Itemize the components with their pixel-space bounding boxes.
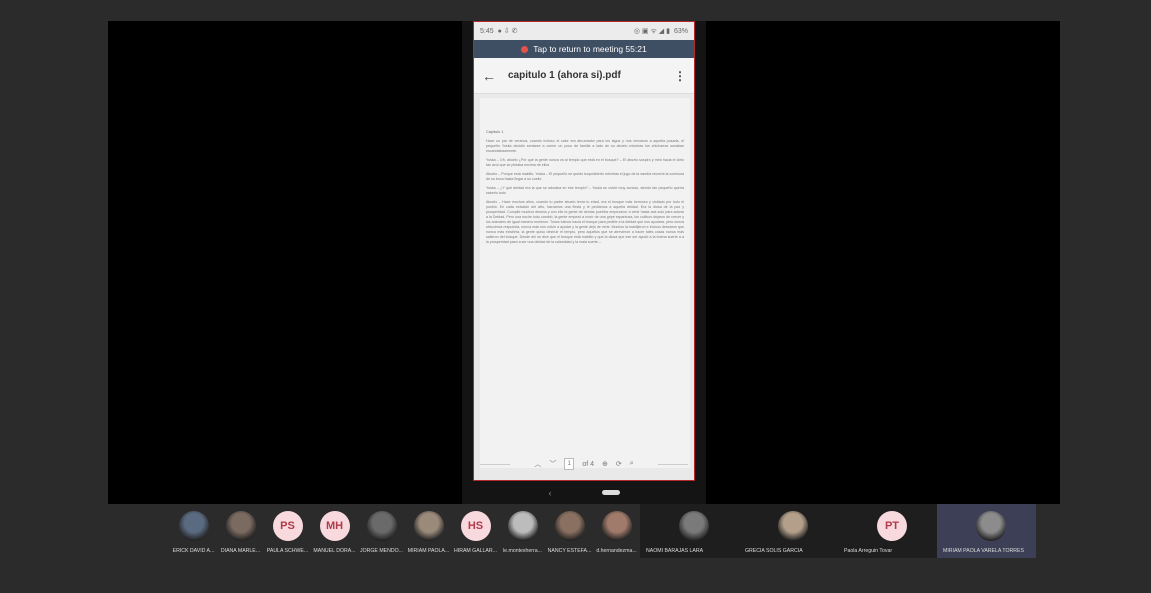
paragraph: Yoska – Oh, abuelo ¿Por qué la gente nun… [486,158,684,167]
chevron-down-icon[interactable]: ﹀ [549,459,556,469]
participant-avatar [507,511,538,541]
signal-icons: ◎ ▣ ᯤ ◢ ▮ [633,27,670,35]
participant-name: Paola Arreguin Tovar [844,548,893,554]
participant-tile[interactable]: JORGE MENDO... [358,504,405,558]
paragraph: Abuelo – Porque está maldito, Yoska – El… [486,172,684,181]
participant-name: PAULA SCHWE... [266,548,309,554]
participant-tile[interactable]: le.montesherra... [499,504,546,558]
rotate-icon[interactable]: ⟳ [616,460,622,468]
participant-tile[interactable]: NAOMI BARAJAS LARA [640,504,739,558]
participant-tile[interactable]: DIANA MARLE... [217,504,264,558]
back-nav-icon[interactable]: ‹ [549,488,552,498]
phone-status-bar: 5:45 ● ⇩ ✆ ◎ ▣ ᯤ ◢ ▮ 63% [474,22,694,40]
participant-tile[interactable]: GRECIA SOLIS GARCIA [739,504,838,558]
participant-name: le.montesherra... [503,548,542,554]
participant-name: MIRIAM PAOLA... [407,548,450,554]
participant-tile[interactable]: MIRIAM PAOLA... [405,504,452,558]
participant-name: NAOMI BARAJAS LARA [646,548,704,554]
participant-name: d.hernandezma... [596,548,637,554]
pdf-title-bar: ← capitulo 1 (ahora si).pdf ⋮ [474,58,694,94]
pdf-navigation-bar: ︿ ﹀ 1 of 4 ⊕ ⟳ ⌕ [474,454,694,474]
paragraph: Hace un par de veranos, cuando incluso e… [486,139,684,153]
participant-avatar [679,511,709,541]
status-time: 5:45 [480,27,494,35]
participant-initials: HS [460,511,491,541]
search-icon[interactable]: ⌕ [630,460,634,468]
participant-tile[interactable]: PT Paola Arreguin Tovar [838,504,937,558]
chapter-heading: Capítulo 1 [486,130,504,134]
participant-name: DIANA MARLE... [220,548,261,554]
record-dot-icon [521,45,529,53]
participant-avatar [778,511,808,541]
participant-avatar [554,511,585,541]
return-banner-text: Tap to return to meeting 55:21 [533,44,647,54]
participant-initials: PS [272,511,303,541]
participant-avatar [601,511,632,541]
battery-level: 63% [673,27,688,35]
participant-name: MIRIAM PAOLA VARELA TORRES [943,548,1024,554]
paragraph: Yoska – ¿Y qué deidad era la que se ador… [486,186,684,195]
participant-name: NANCY ESTEFA... [547,548,592,554]
pdf-page: Capítulo 1 Hace un par de veranos, cuand… [480,98,690,468]
participant-avatar [366,511,397,541]
divider [480,464,510,465]
page-number-input[interactable]: 1 [564,458,575,470]
participant-avatar [178,511,209,541]
android-navigation: ‹ [473,481,695,504]
participant-tile[interactable]: NANCY ESTEFA... [546,504,593,558]
page-count: of 4 [582,460,594,468]
document-title: capitulo 1 (ahora si).pdf [508,70,621,81]
back-arrow-icon[interactable]: ← [482,68,504,84]
notification-icons: ● ⇩ ✆ [497,28,518,35]
participant-name: JORGE MENDO... [360,548,403,554]
participant-tile[interactable]: PS PAULA SCHWE... [264,504,311,558]
participant-tile[interactable]: HS HIRAM GALLAR... [452,504,499,558]
divider [658,464,688,465]
paragraph: Abuelo – Hace muchos años, cuando tu pad… [486,200,684,244]
participant-tile[interactable]: ERICK DAVID A... [170,504,217,558]
participant-avatar [413,511,444,541]
participant-strip: ERICK DAVID A... DIANA MARLE... PS PAULA SC… [170,504,1036,558]
participant-avatar [976,511,1006,541]
participant-name: ERICK DAVID A... [172,548,215,554]
participant-avatar [225,511,256,541]
participant-tile[interactable]: d.hernandezma... [593,504,640,558]
participant-name: MANUEL DORA... [313,548,356,554]
participant-tile[interactable]: MH MANUEL DORA... [311,504,358,558]
more-options-icon[interactable]: ⋮ [674,69,686,83]
return-to-meeting-banner[interactable]: Tap to return to meeting 55:21 [474,40,694,58]
zoom-in-icon[interactable]: ⊕ [602,460,608,468]
participant-name: GRECIA SOLIS GARCIA [745,548,803,554]
participant-initials: PT [877,511,907,541]
participant-initials: MH [319,511,350,541]
participant-name: HIRAM GALLAR... [454,548,497,554]
chevron-up-icon[interactable]: ︿ [534,459,541,469]
home-pill-icon[interactable] [601,490,620,495]
shared-phone-screen: 5:45 ● ⇩ ✆ ◎ ▣ ᯤ ◢ ▮ 63% Tap to return t… [473,21,695,481]
participant-tile[interactable]: MIRIAM PAOLA VARELA TORRES [937,504,1036,558]
